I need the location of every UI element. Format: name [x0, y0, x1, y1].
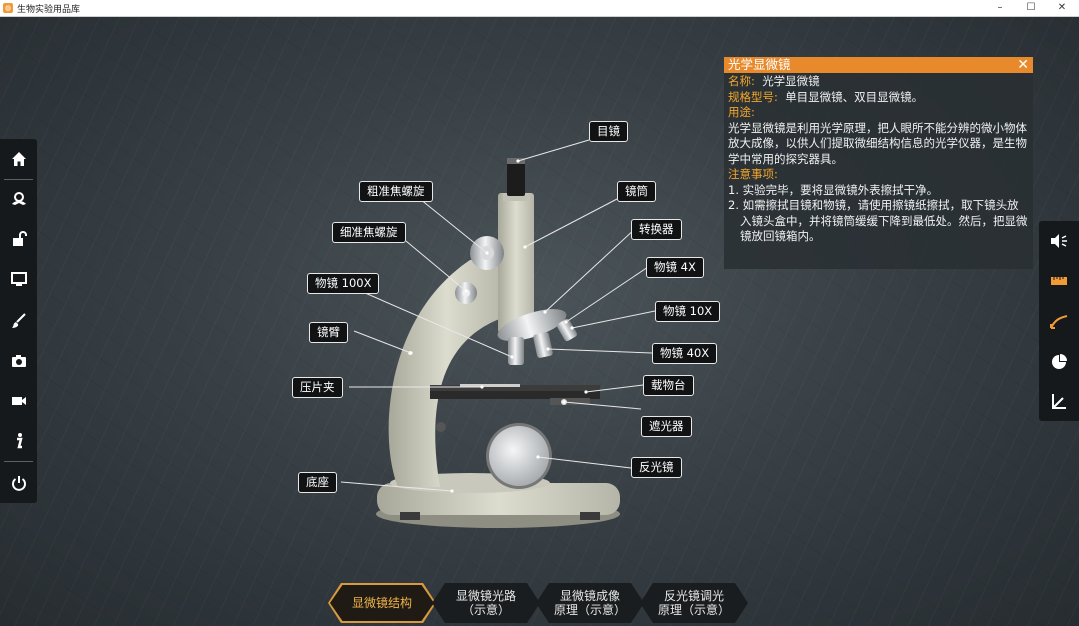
label-tube[interactable]: 镜筒 — [617, 181, 656, 202]
label-stage-clip[interactable]: 压片夹 — [292, 377, 343, 398]
name-label: 名称: — [728, 74, 755, 88]
tab-label: 显微镜光路 （示意） — [455, 589, 516, 617]
pie-chart-icon[interactable] — [1039, 343, 1079, 379]
info-close-button[interactable]: ✕ — [1017, 57, 1029, 73]
note-item: 1. 实验完毕，要将显微镜外表擦拭干净。 — [728, 182, 939, 197]
minimize-button[interactable]: – — [985, 0, 1015, 16]
curve-icon[interactable] — [1039, 303, 1079, 339]
label-objective-10x[interactable]: 物镜 10X — [655, 301, 721, 322]
axis-icon[interactable] — [1039, 383, 1079, 419]
info-icon[interactable] — [0, 423, 37, 459]
name-value: 光学显微镜 — [762, 74, 820, 88]
app-icon: ◍ — [3, 3, 13, 13]
label-arm[interactable]: 镜臂 — [309, 322, 348, 343]
right-toolbar — [1039, 221, 1079, 421]
model-label: 规格型号: — [728, 89, 778, 104]
bottom-tab-bar: 显微镜结构 显微镜光路 （示意） 显微镜成像 原理（示意） 反光镜调光 原理（示… — [328, 583, 748, 623]
tab-microscope-structure[interactable]: 显微镜结构 — [328, 583, 436, 623]
label-objective-100x[interactable]: 物镜 100X — [307, 273, 380, 294]
label-objective-40x[interactable]: 物镜 40X — [652, 343, 718, 364]
unlock-icon[interactable] — [0, 221, 37, 257]
maximize-button[interactable]: ☐ — [1016, 0, 1046, 16]
monitor-icon[interactable] — [0, 261, 37, 297]
label-eyepiece[interactable]: 目镜 — [589, 121, 628, 142]
usage-text: 光学显微镜是利用光学原理，把人眼所不能分辨的微小物体放大成像，以供人们提取微细结… — [728, 120, 1027, 166]
tab-label: 显微镜结构 — [351, 596, 412, 610]
notes-label: 注意事项: — [728, 167, 778, 181]
note-item: 2. 如需擦拭目镜和物镜，请使用擦镜纸擦拭，取下镜头放入镜头盒中，并将镜筒缓缓下… — [728, 198, 1028, 243]
video-icon[interactable] — [0, 383, 37, 419]
label-nosepiece[interactable]: 转换器 — [631, 219, 682, 240]
window-titlebar: ◍ 生物实验用品库 – ☐ ✕ — [0, 0, 1079, 17]
info-panel-title: 光学显微镜 — [728, 57, 791, 72]
info-panel: 光学显微镜 ✕ 名称: 光学显微镜 规格型号: 单目显微镜、双目显微镜。 用途:… — [724, 57, 1033, 269]
tab-mirror-light-principle[interactable]: 反光镜调光 原理（示意） — [640, 583, 748, 623]
tab-label: 显微镜成像 原理（示意） — [553, 589, 626, 617]
label-mirror[interactable]: 反光镜 — [631, 457, 682, 478]
speaker-icon[interactable] — [1039, 223, 1079, 259]
label-objective-4x[interactable]: 物镜 4X — [646, 257, 704, 278]
left-toolbar — [0, 139, 37, 503]
label-coarse-focus[interactable]: 粗准焦螺旋 — [359, 181, 433, 202]
home-icon[interactable] — [0, 141, 37, 177]
power-icon[interactable] — [0, 465, 37, 501]
scene-viewport[interactable]: 目镜 粗准焦螺旋 镜筒 细准焦螺旋 转换器 物镜 100X 物镜 4X 镜臂 物… — [0, 17, 1079, 626]
tab-optical-path[interactable]: 显微镜光路 （示意） — [432, 583, 540, 623]
window-title: 生物实验用品库 — [17, 5, 81, 15]
label-base[interactable]: 底座 — [298, 472, 337, 493]
model-value: 单目显微镜、双目显微镜。 — [785, 89, 924, 104]
label-diaphragm[interactable]: 遮光器 — [641, 416, 692, 437]
label-stage[interactable]: 载物台 — [643, 375, 694, 396]
usage-label: 用途: — [728, 105, 755, 119]
label-fine-focus[interactable]: 细准焦螺旋 — [332, 222, 406, 243]
brush-icon[interactable] — [0, 303, 37, 339]
model-icon[interactable] — [0, 181, 37, 217]
info-panel-header: 光学显微镜 ✕ — [724, 57, 1033, 73]
tab-label: 反光镜调光 原理（示意） — [657, 589, 730, 617]
tab-imaging-principle[interactable]: 显微镜成像 原理（示意） — [536, 583, 644, 623]
camera-icon[interactable] — [0, 343, 37, 379]
ruler-icon[interactable] — [1039, 263, 1079, 299]
close-window-button[interactable]: ✕ — [1047, 0, 1077, 16]
